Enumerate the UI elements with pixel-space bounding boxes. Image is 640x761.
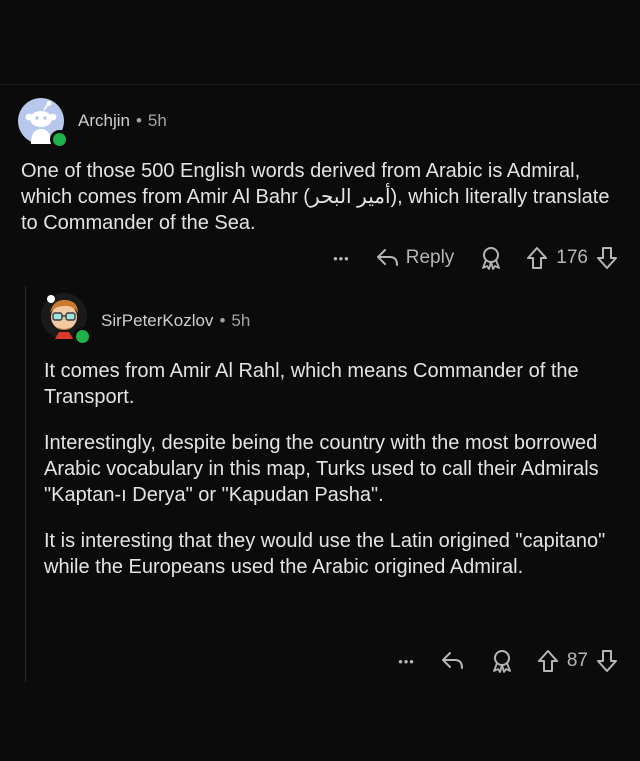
- author-name[interactable]: Archjin: [78, 111, 130, 130]
- comment-actions: ••• Reply 176: [333, 246, 618, 270]
- upvote-arrow-icon: [537, 650, 558, 672]
- arabic-phrase: أمير البحر: [309, 186, 391, 208]
- comment-paragraph: It is interesting that they would use th…: [44, 530, 606, 578]
- online-status-icon: [50, 130, 69, 149]
- avatar[interactable]: [18, 98, 69, 149]
- upvote-button[interactable]: [526, 246, 548, 270]
- downvote-button[interactable]: [596, 649, 618, 673]
- award-button[interactable]: [480, 246, 502, 270]
- award-icon: [482, 247, 501, 270]
- reply-button[interactable]: Reply: [376, 247, 455, 269]
- vote-count: 87: [566, 650, 588, 671]
- top-divider: [0, 84, 640, 85]
- downvote-arrow-icon: [597, 650, 617, 672]
- reply-button[interactable]: [441, 650, 465, 672]
- more-options-button[interactable]: •••: [398, 654, 415, 669]
- reply-arrow-icon: [441, 652, 463, 669]
- downvote-arrow-icon: [597, 247, 617, 269]
- comment-meta: Archjin • 5h: [78, 111, 167, 131]
- comment-paragraph: Interestingly, despite being the country…: [44, 432, 599, 506]
- award-button[interactable]: [491, 649, 513, 673]
- comment-meta: SirPeterKozlov • 5h: [101, 311, 250, 331]
- online-status-icon: [73, 327, 92, 346]
- author-name[interactable]: SirPeterKozlov: [101, 311, 213, 330]
- comments-page: Archjin • 5h One of those 500 English word…: [0, 0, 640, 761]
- comment-actions: ••• 87: [398, 649, 618, 673]
- upvote-button[interactable]: [537, 649, 559, 673]
- thread-line[interactable]: [25, 286, 26, 682]
- meta-separator: •: [135, 111, 142, 130]
- more-options-button[interactable]: •••: [333, 251, 350, 266]
- comment-age: 5h: [231, 311, 251, 330]
- comment-age: 5h: [147, 111, 167, 130]
- upvote-arrow-icon: [527, 247, 548, 269]
- award-icon: [492, 650, 511, 673]
- comment-body: It comes from Amir Al Rahl, which means …: [44, 358, 624, 600]
- meta-separator: •: [219, 311, 226, 330]
- vote-count: 176: [556, 247, 588, 268]
- comment-body: One of those 500 English words derived f…: [21, 158, 621, 236]
- reply-arrow-icon: [376, 249, 398, 266]
- reply-label: Reply: [405, 247, 455, 268]
- avatar[interactable]: [41, 293, 92, 346]
- downvote-button[interactable]: [596, 246, 618, 270]
- comment-paragraph: It comes from Amir Al Rahl, which means …: [44, 360, 579, 408]
